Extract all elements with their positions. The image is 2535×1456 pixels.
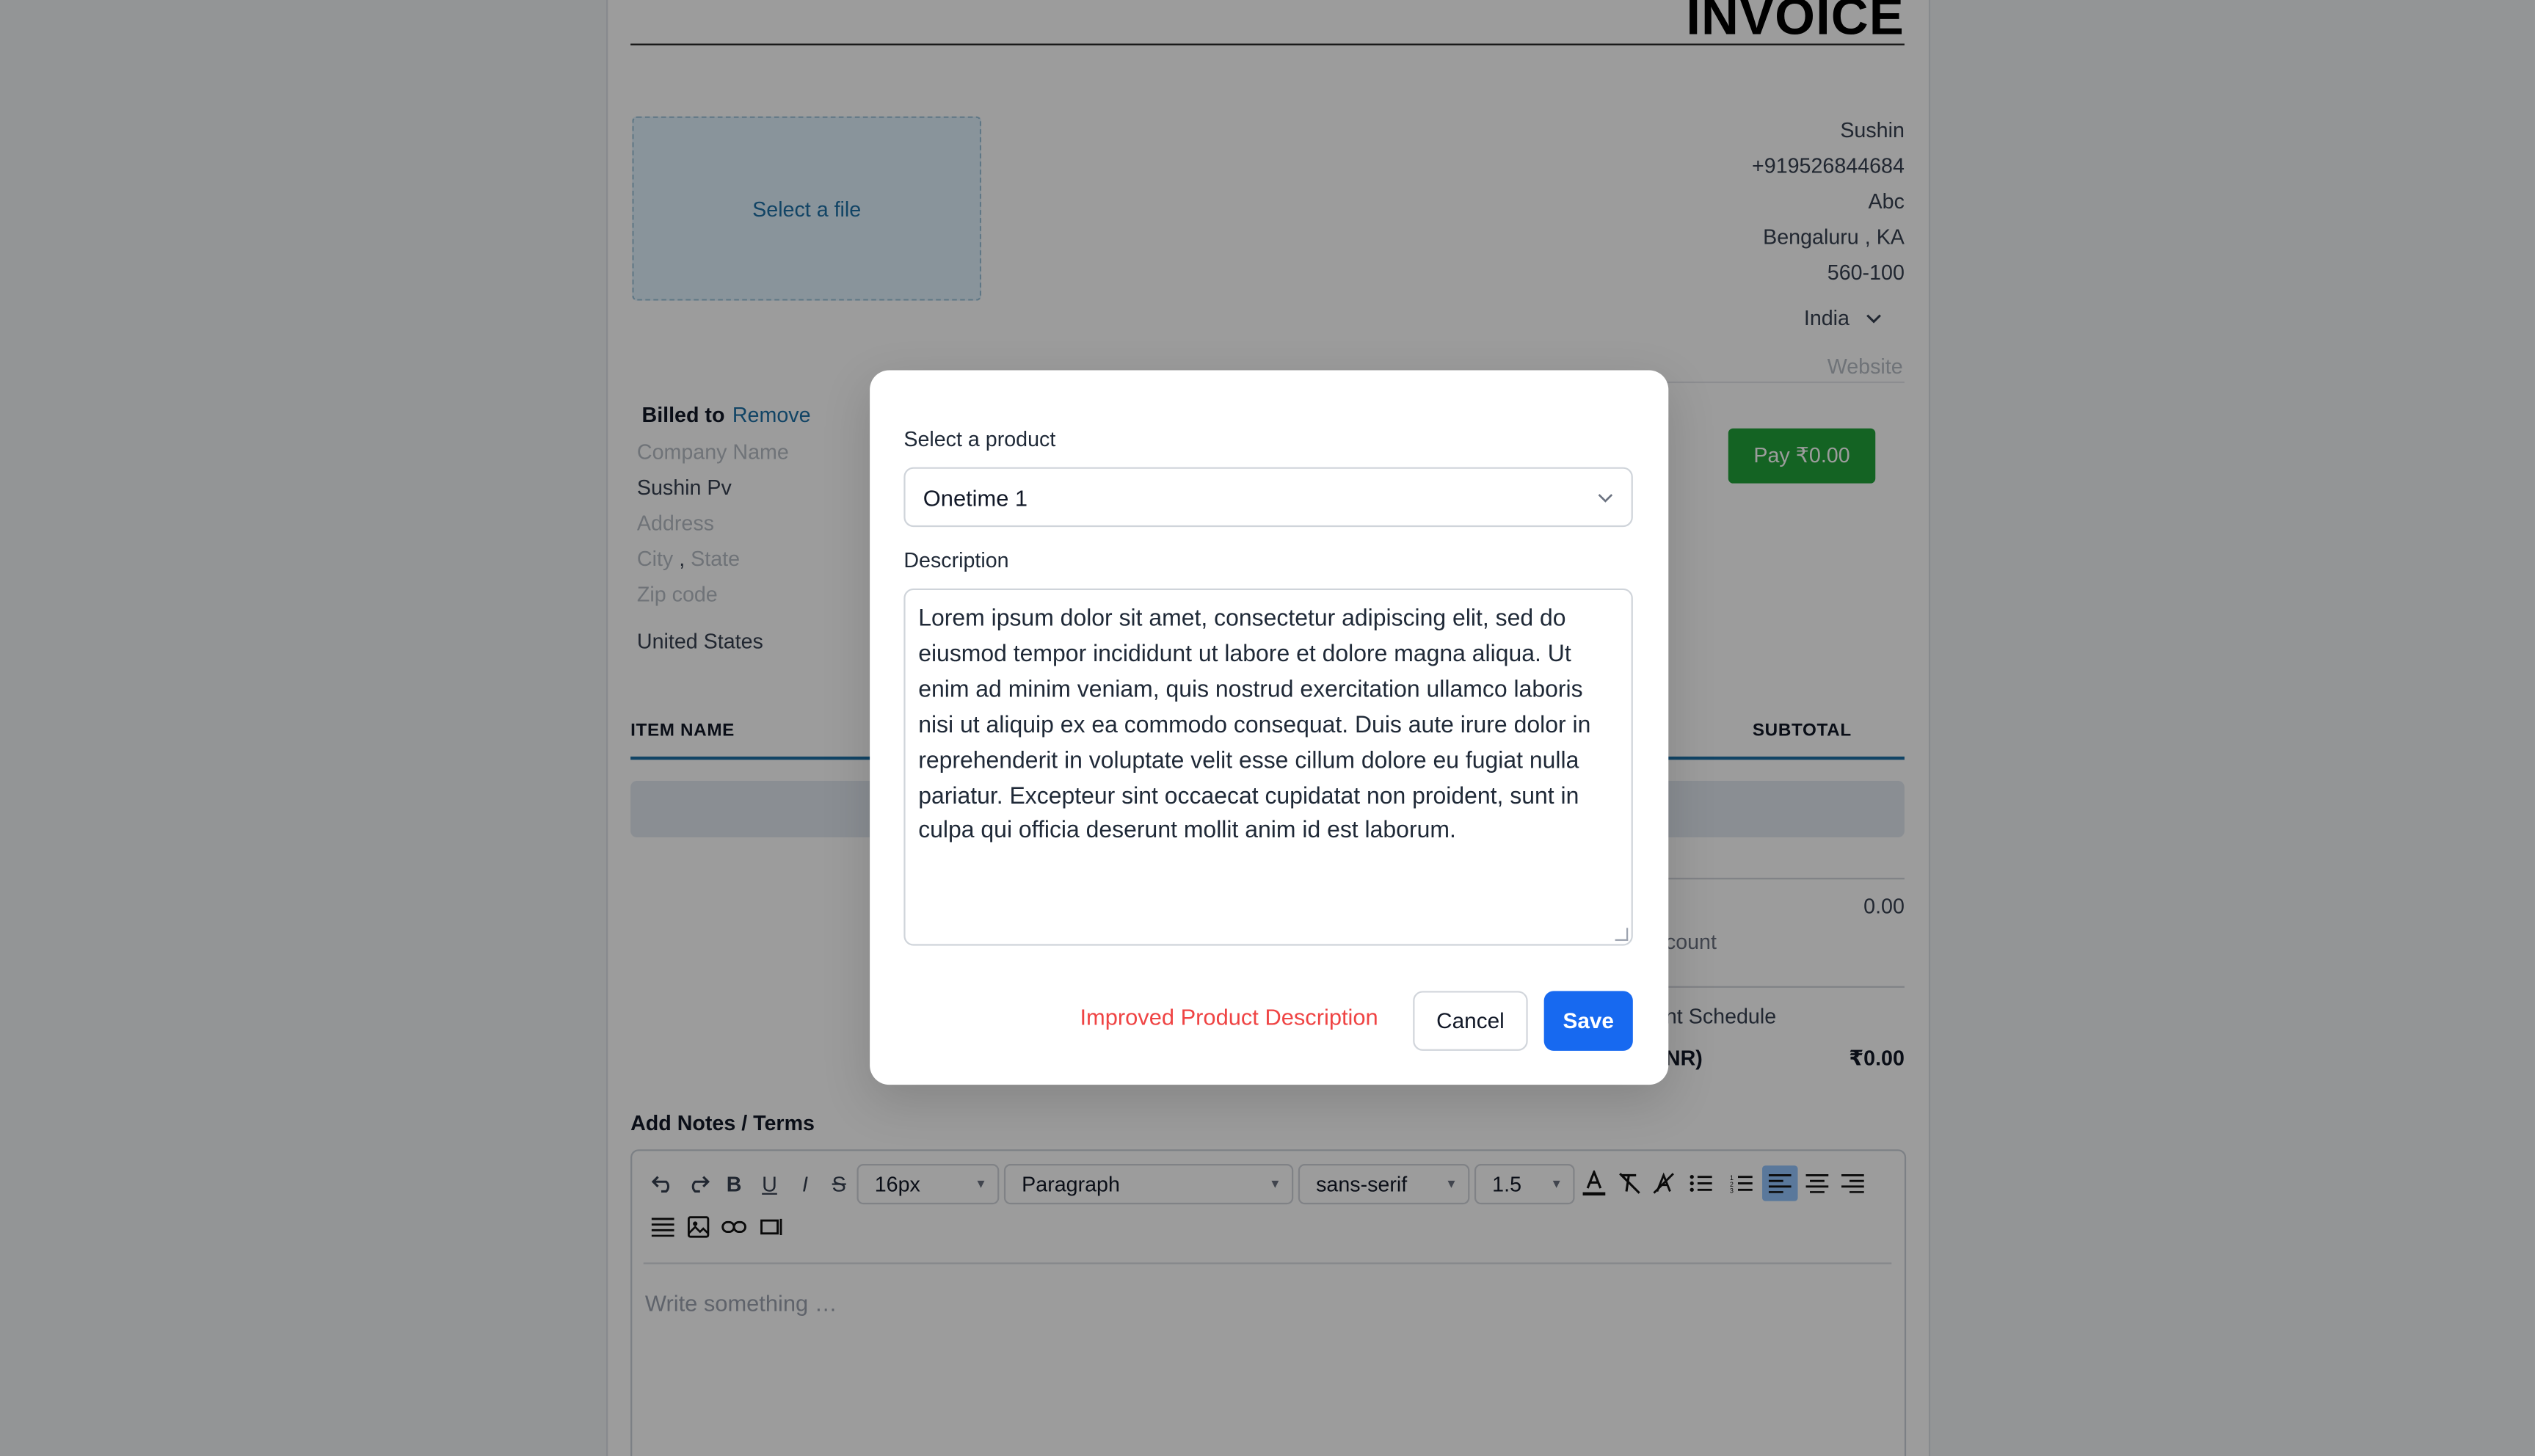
product-select[interactable]: Onetime 1: [903, 467, 1633, 528]
description-label: Description: [903, 547, 1009, 572]
cancel-button[interactable]: Cancel: [1413, 991, 1528, 1051]
save-button[interactable]: Save: [1543, 991, 1633, 1051]
description-textarea[interactable]: Lorem ipsum dolor sit amet, consectetur …: [903, 588, 1633, 946]
product-modal: Select a product Onetime 1 Description L…: [870, 370, 1669, 1085]
chevron-down-icon: [1598, 493, 1613, 502]
description-text: Lorem ipsum dolor sit amet, consectetur …: [918, 606, 1591, 845]
page-stage: INVOICE Select a file Sushin +9195268446…: [0, 0, 2535, 1456]
improve-description-link[interactable]: Improved Product Description: [1080, 1004, 1378, 1030]
product-select-value: Onetime 1: [923, 484, 1028, 510]
product-select-label: Select a product: [903, 426, 1056, 451]
resize-handle-icon[interactable]: [1615, 928, 1629, 942]
